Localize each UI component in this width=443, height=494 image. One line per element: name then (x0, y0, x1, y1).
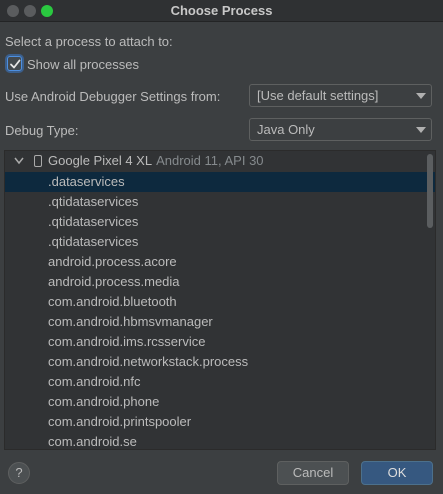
process-list-item[interactable]: com.android.bluetooth (5, 292, 435, 312)
ok-button[interactable]: OK (361, 461, 433, 485)
phone-icon (34, 155, 42, 167)
device-api: Android 11, API 30 (156, 153, 264, 168)
expand-chevron-icon[interactable] (14, 157, 24, 165)
process-list-item[interactable]: com.android.nfc (5, 372, 435, 392)
process-list: .dataservices .qtidataservices .qtidataser… (5, 172, 435, 449)
device-node[interactable]: Google Pixel 4 XL Android 11, API 30 (5, 151, 435, 172)
debugger-settings-select[interactable]: [Use default settings] (249, 84, 432, 107)
chevron-down-icon (416, 127, 426, 133)
title-bar: Choose Process (0, 0, 443, 22)
select-process-prompt: Select a process to attach to: (5, 34, 173, 49)
debugger-settings-label: Use Android Debugger Settings from: (5, 89, 221, 104)
process-list-item[interactable]: com.android.printspooler (5, 412, 435, 432)
debug-type-value: Java Only (257, 122, 315, 137)
process-list-item[interactable]: android.process.acore (5, 252, 435, 272)
process-list-item[interactable]: com.android.networkstack.process (5, 352, 435, 372)
device-name: Google Pixel 4 XL (48, 153, 153, 168)
chevron-down-icon (416, 93, 426, 99)
debug-type-select[interactable]: Java Only (249, 118, 432, 141)
process-list-item[interactable]: .qtidataservices (5, 232, 435, 252)
process-list-item[interactable]: com.android.hbmsvmanager (5, 312, 435, 332)
process-list-item[interactable]: .qtidataservices (5, 192, 435, 212)
debugger-settings-value: [Use default settings] (257, 88, 379, 103)
help-button[interactable]: ? (8, 462, 30, 484)
window-title: Choose Process (170, 3, 273, 18)
process-list-item[interactable]: com.android.ims.rcsservice (5, 332, 435, 352)
process-list-item[interactable]: com.android.phone (5, 392, 435, 412)
show-all-label[interactable]: Show all processes (27, 57, 139, 72)
debug-type-label: Debug Type: (5, 123, 79, 138)
process-list-item[interactable]: android.process.media (5, 272, 435, 292)
checkmark-icon (10, 59, 21, 69)
process-list-item[interactable]: com.android.se (5, 432, 435, 449)
cancel-button[interactable]: Cancel (277, 461, 349, 485)
process-list-item[interactable]: .dataservices (5, 172, 435, 192)
scrollbar-thumb[interactable] (427, 154, 433, 228)
process-list-item[interactable]: .qtidataservices (5, 212, 435, 232)
process-tree[interactable]: Google Pixel 4 XL Android 11, API 30 .dat… (4, 150, 436, 450)
show-all-checkbox[interactable] (7, 56, 22, 71)
